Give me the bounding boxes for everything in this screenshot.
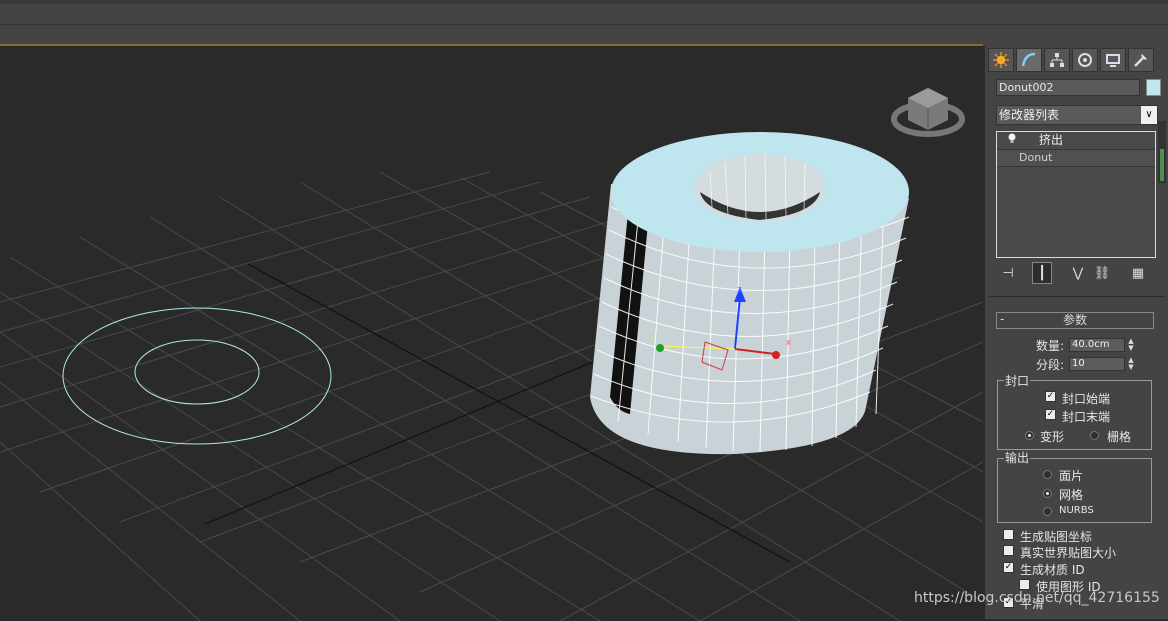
nurbs-label: NURBS: [1059, 505, 1094, 516]
grid-radio[interactable]: [1090, 431, 1099, 440]
stack-item-donut[interactable]: Donut: [997, 150, 1155, 167]
nurbs-radio[interactable]: [1043, 507, 1052, 516]
make-unique-icon[interactable]: ⋁: [1068, 262, 1088, 284]
modifier-list-label: 修改器列表: [999, 108, 1060, 122]
extruded-donut-object[interactable]: [590, 132, 910, 455]
gizmo-y-label: y: [648, 331, 654, 341]
segments-label: 分段:: [1036, 358, 1065, 372]
use-shape-ids-checkbox[interactable]: [1019, 579, 1030, 590]
cap-end-label: 封口末端: [1062, 410, 1111, 424]
display-tab-icon[interactable]: [1100, 48, 1126, 72]
gen-material-ids-label: 生成材质 ID: [1020, 563, 1085, 577]
lightbulb-icon[interactable]: [1007, 132, 1017, 151]
object-color-swatch[interactable]: [1146, 79, 1161, 96]
real-world-map-size-label: 真实世界贴图大小: [1020, 546, 1117, 560]
show-end-result-icon[interactable]: ┃: [1032, 262, 1052, 284]
segments-spinner-arrows-icon[interactable]: ▲ ▼: [1126, 357, 1136, 371]
amount-spinner[interactable]: 40.0cm: [1069, 338, 1125, 352]
viewcube-icon[interactable]: [891, 88, 965, 137]
parameters-rollout-header[interactable]: - 参数: [996, 312, 1154, 329]
create-tab-icon[interactable]: [988, 48, 1014, 72]
amount-spinner-arrows-icon[interactable]: ▲ ▼: [1126, 338, 1136, 352]
amount-label: 数量:: [1036, 339, 1065, 353]
stack-item-label: Donut: [1019, 151, 1053, 164]
motion-tab-icon[interactable]: [1072, 48, 1098, 72]
command-panel-tabs: [988, 48, 1154, 72]
gen-mapping-coords-label: 生成贴图坐标: [1020, 530, 1093, 544]
morph-radio[interactable]: [1025, 431, 1034, 440]
patch-label: 面片: [1059, 469, 1084, 483]
cap-start-checkbox[interactable]: ✓: [1045, 391, 1056, 402]
output-group-label: 输出: [1004, 451, 1031, 465]
configure-sets-icon[interactable]: ▦: [1128, 262, 1148, 284]
hierarchy-tab-icon[interactable]: [1044, 48, 1070, 72]
pin-stack-icon[interactable]: ⊣: [998, 262, 1018, 284]
cap-start-label: 封口始端: [1062, 392, 1111, 406]
gizmo-x-label: x: [786, 338, 792, 348]
panel-divider: [989, 296, 1165, 297]
mesh-label: 网格: [1059, 488, 1084, 502]
perspective-viewport[interactable]: z x y: [0, 44, 983, 621]
mesh-radio[interactable]: [1043, 489, 1052, 498]
stack-item-extrude[interactable]: 挤出: [997, 132, 1155, 150]
segments-spinner[interactable]: 10: [1069, 357, 1125, 371]
patch-radio[interactable]: [1043, 470, 1052, 479]
cap-end-checkbox[interactable]: ✓: [1045, 409, 1056, 420]
panel-scrollbar[interactable]: [1158, 121, 1166, 183]
gizmo-z-label: z: [737, 285, 742, 295]
utilities-tab-icon[interactable]: [1128, 48, 1154, 72]
gen-material-ids-checkbox[interactable]: ✓: [1003, 562, 1014, 573]
scrollbar-thumb[interactable]: [1160, 149, 1164, 181]
capping-group-label: 封口: [1004, 374, 1031, 388]
toolbar-divider: [0, 24, 1168, 25]
gen-mapping-coords-checkbox[interactable]: [1003, 529, 1014, 540]
real-world-map-size-checkbox[interactable]: [1003, 545, 1014, 556]
grid-label: 栅格: [1107, 430, 1132, 444]
modify-tab-icon[interactable]: [1016, 48, 1042, 72]
watermark: https://blog.csdn.net/qq_42716155: [914, 590, 1160, 606]
morph-label: 变形: [1040, 430, 1065, 444]
menu-strip: [0, 0, 1168, 4]
stack-toolbar: ⊣ ┃ ⋁ ⛓ ▦: [996, 262, 1164, 286]
chevron-down-icon[interactable]: ∨: [1141, 106, 1157, 124]
modifier-stack[interactable]: 挤出 Donut: [996, 131, 1156, 258]
stack-item-label: 挤出: [1039, 133, 1064, 147]
modifier-list-dropdown[interactable]: 修改器列表 ∨: [996, 105, 1158, 125]
object-name-field[interactable]: Donut002: [996, 79, 1140, 96]
command-panel: Donut002 修改器列表 ∨ 挤出 Donut ⊣ ┃ ⋁ ⛓ ▦ - 参数…: [985, 46, 1168, 619]
rollout-title: 参数: [1062, 313, 1087, 327]
top-toolbar: [0, 0, 1168, 46]
viewport-scene[interactable]: z x y: [0, 46, 983, 621]
remove-modifier-icon[interactable]: ⛓: [1092, 262, 1112, 284]
